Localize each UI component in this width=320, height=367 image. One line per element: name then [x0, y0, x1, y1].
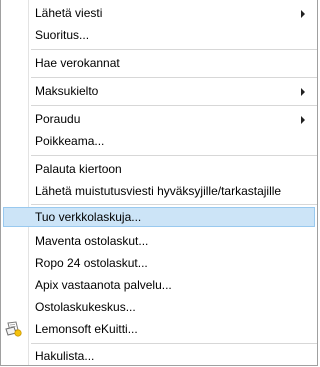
menu-item-label: Poikkeama...: [35, 134, 105, 148]
menu-item-palauta-kiertoon[interactable]: Palauta kiertoon: [1, 158, 317, 180]
menu-item-tuo-verkkolaskuja[interactable]: Tuo verkkolaskuja...: [1, 206, 317, 228]
menu-separator: [31, 204, 317, 205]
menu-item-label: Poraudu: [35, 112, 81, 126]
receipt-icon: [5, 321, 23, 337]
menu-item-label: Ropo 24 ostolaskut...: [35, 256, 148, 270]
menu-item-label: Hakulista...: [35, 349, 95, 363]
menu-separator: [31, 77, 317, 78]
menu-item-poikkeama[interactable]: Poikkeama...: [1, 130, 317, 152]
menu-item-hakulista[interactable]: Hakulista...: [1, 345, 317, 367]
menu-item-label: Lemonsoft eKuitti...: [35, 322, 138, 336]
menu-item-label: Maventa ostolaskut...: [35, 234, 149, 248]
menu-separator: [31, 105, 317, 106]
menu-item-maventa-ostolaskut[interactable]: Maventa ostolaskut...: [1, 230, 317, 252]
menu-item-label: Tuo verkkolaskuja...: [35, 210, 142, 224]
menu-item-label: Apix vastaanota palvelu...: [35, 278, 172, 292]
menu-item-hae-verokannat[interactable]: Hae verokannat: [1, 52, 317, 74]
menu-item-ostolaskukeskus[interactable]: Ostolaskukeskus...: [1, 296, 317, 318]
menu-item-label: Lähetä viesti: [35, 6, 103, 20]
submenu-arrow-icon: [301, 88, 305, 96]
menu-item-label: Maksukielto: [35, 84, 99, 98]
menu-item-laheta-muistutusviesti[interactable]: Lähetä muistutusviesti hyväksyjille/tark…: [1, 180, 317, 202]
menu-item-apix-vastaanota[interactable]: Apix vastaanota palvelu...: [1, 274, 317, 296]
submenu-arrow-icon: [301, 116, 305, 124]
menu-item-ropo24-ostolaskut[interactable]: Ropo 24 ostolaskut...: [1, 252, 317, 274]
menu-separator: [31, 343, 317, 344]
menu-separator: [31, 155, 317, 156]
menu-item-maksukielto[interactable]: Maksukielto: [1, 80, 317, 102]
menu-item-label: Lähetä muistutusviesti hyväksyjille/tark…: [35, 184, 282, 198]
menu-item-label: Suoritus...: [35, 28, 90, 42]
submenu-arrow-icon: [301, 10, 305, 18]
menu-item-label: Palauta kiertoon: [35, 162, 122, 176]
menu-item-lemonsoft-ekuitti[interactable]: Lemonsoft eKuitti...: [1, 318, 317, 340]
menu-item-poraudu[interactable]: Poraudu: [1, 108, 317, 130]
context-menu: Lähetä viesti Suoritus... Hae verokannat…: [0, 0, 318, 366]
menu-item-laheta-viesti[interactable]: Lähetä viesti: [1, 2, 317, 24]
menu-item-suoritus[interactable]: Suoritus...: [1, 24, 317, 46]
menu-item-label: Ostolaskukeskus...: [35, 300, 136, 314]
menu-separator: [31, 49, 317, 50]
menu-item-label: Hae verokannat: [35, 56, 120, 70]
